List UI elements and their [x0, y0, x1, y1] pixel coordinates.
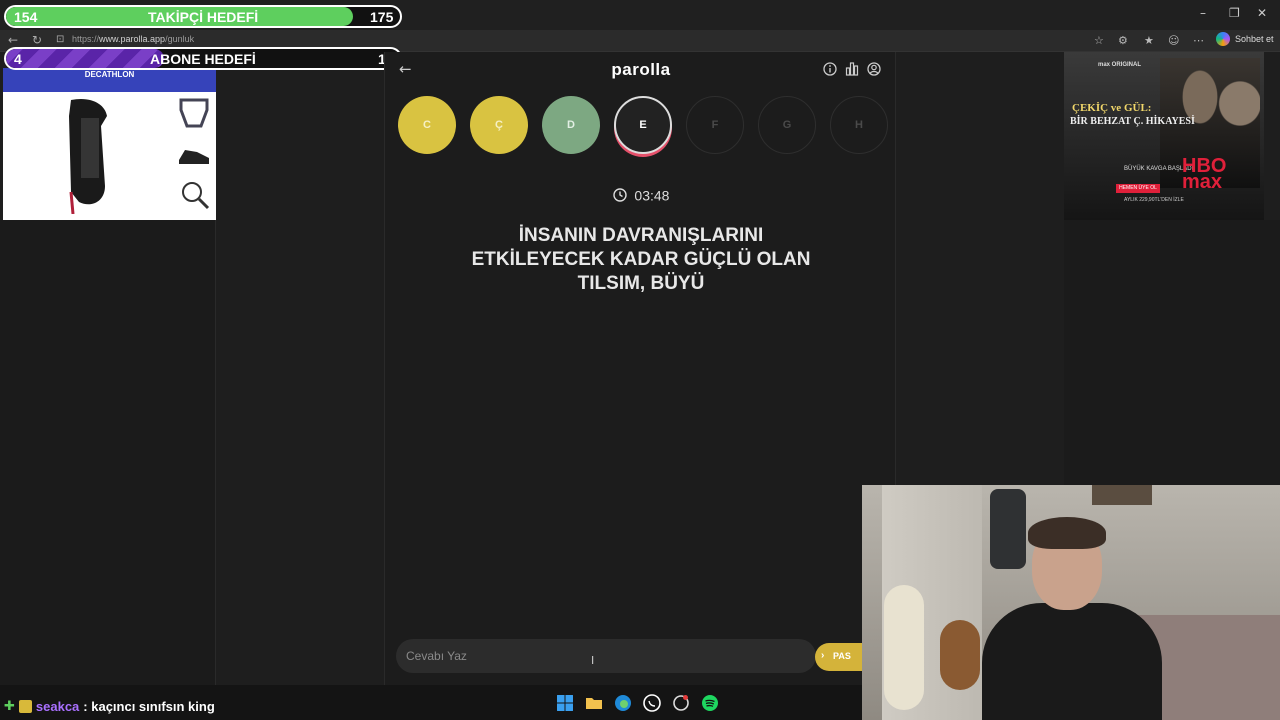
restore-icon[interactable]: ❐ — [1229, 6, 1240, 20]
ad-logo: HBO max — [1182, 155, 1227, 193]
stats-icon[interactable] — [845, 62, 859, 76]
letter-e-active: E — [614, 96, 672, 154]
timer-value: 03:48 — [634, 187, 670, 204]
subscriber-goal-current: 4 — [14, 51, 22, 67]
subscriber-goal-fill — [6, 49, 164, 68]
url-field[interactable]: https://www.parolla.app/gunluk — [72, 34, 194, 44]
site-info-icon[interactable]: ⊡ — [56, 34, 64, 45]
webcam-coat — [990, 489, 1026, 569]
webcam-guitar-acoustic — [940, 620, 980, 690]
question-line: İNSANIN DAVRANIŞLARINI — [518, 225, 764, 246]
chat-badge-icon: ✚ — [4, 699, 15, 714]
ad-title-2: BİR BEHZAT Ç. HİKAYESİ — [1070, 116, 1195, 127]
chevron-right-icon: › — [821, 650, 825, 661]
back-arrow-icon[interactable]: ← — [8, 33, 18, 47]
chat-username: seakca — [35, 699, 80, 714]
chat-message: ✚ seakca : kaçıncı sınıfsın king — [4, 699, 215, 714]
app-header-icons — [823, 62, 881, 76]
ad-brand: DECATHLON — [3, 68, 216, 92]
webcam-person-body — [982, 603, 1162, 720]
countdown-timer: 03:48 — [385, 186, 897, 203]
url-host: www.parolla.app — [99, 34, 166, 44]
subscriber-goal-label: ABONE HEDEFİ — [150, 51, 256, 67]
profile-icon[interactable]: ☺ — [1168, 34, 1179, 47]
question-text: İNSANIN DAVRANIŞLARINI ETKİLEYECEK KADAR… — [441, 224, 841, 296]
ad-top-tag: max ORIGINAL — [1098, 62, 1142, 68]
webcam-overlay — [862, 485, 1280, 720]
file-explorer-icon[interactable] — [585, 694, 603, 712]
extensions-icon[interactable]: ⚙ — [1118, 34, 1128, 47]
info-icon[interactable] — [823, 62, 837, 76]
favorites-icon[interactable]: ★ — [1144, 34, 1154, 47]
ad-title-1: ÇEKİÇ ve GÜL: — [1072, 102, 1152, 114]
letter-f: F — [686, 96, 744, 154]
windows-taskbar — [556, 694, 719, 712]
question-line: TILSIM, BÜYÜ — [577, 273, 705, 294]
favorite-star-icon[interactable]: ☆ — [1094, 34, 1104, 47]
letter-c-cedilla: Ç — [470, 96, 528, 154]
chat-text: : kaçıncı sınıfsın king — [83, 699, 215, 714]
ad-product-image — [69, 98, 107, 214]
parolla-app: ← parolla C Ç D E F G H 03:48 İNSANIN DA… — [384, 52, 896, 685]
ad-price: AYLIK 229,90TL'DEN İZLE — [1124, 197, 1184, 203]
windows-start-icon[interactable] — [556, 694, 574, 712]
follower-goal-label: TAKİPÇİ HEDEFİ — [148, 9, 259, 25]
follower-goal-target: 175 — [370, 9, 394, 25]
follower-goal-current: 154 — [14, 9, 38, 25]
ad-cta-button[interactable]: HEMEN ÜYE OL — [1116, 184, 1160, 193]
close-icon[interactable]: ✕ — [1257, 6, 1267, 20]
right-ad-banner[interactable]: max ORIGINAL ÇEKİÇ ve GÜL: BİR BEHZAT Ç.… — [1064, 52, 1264, 220]
refresh-icon[interactable]: ↻ — [32, 33, 42, 47]
pass-button[interactable]: › PAS — [815, 643, 865, 671]
edge-browser-icon[interactable] — [614, 694, 632, 712]
more-menu-icon[interactable]: ⋯ — [1193, 34, 1204, 47]
webcam-shelf — [1092, 485, 1152, 505]
clock-icon — [612, 188, 627, 202]
url-prefix: https:// — [72, 34, 100, 44]
left-empty-panel — [0, 220, 216, 685]
answer-input[interactable] — [396, 639, 816, 673]
letter-h: H — [830, 96, 888, 154]
letter-d: D — [542, 96, 600, 154]
follower-goal-bar: 154 TAKİPÇİ HEDEFİ 175 — [4, 5, 402, 28]
spotify-icon[interactable] — [701, 694, 719, 712]
whatsapp-icon[interactable] — [643, 694, 661, 712]
letter-g: G — [758, 96, 816, 154]
ad-shoe-thumb — [179, 150, 209, 164]
copilot-button[interactable]: Sohbet et — [1216, 32, 1274, 46]
account-icon[interactable] — [867, 62, 881, 76]
webcam-person-hair — [1028, 517, 1106, 549]
answer-field[interactable] — [396, 639, 816, 673]
app-icon[interactable] — [672, 694, 690, 712]
subscriber-goal-bar: 4 ABONE HEDEFİ 10 — [4, 47, 402, 70]
ad-magnifier-icon[interactable] — [179, 180, 211, 210]
pass-label: PAS — [833, 651, 851, 661]
ad-harness-thumb — [179, 98, 209, 128]
copilot-icon — [1216, 32, 1230, 46]
letter-c: C — [398, 96, 456, 154]
webcam-guitar — [884, 585, 924, 710]
url-path: /gunluk — [165, 34, 195, 44]
text-cursor-icon: I — [591, 654, 595, 667]
minimize-icon[interactable]: – — [1200, 6, 1206, 20]
chat-subscriber-badge-icon — [18, 700, 32, 713]
right-empty-panel — [1064, 220, 1280, 485]
letter-wheel: C Ç D E F G H — [398, 96, 888, 154]
left-ad-banner[interactable]: DECATHLON — [3, 68, 216, 220]
copilot-label: Sohbet et — [1235, 34, 1274, 44]
question-line: ETKİLEYECEK KADAR GÜÇLÜ OLAN — [471, 249, 811, 270]
app-logo: parolla — [611, 60, 671, 79]
